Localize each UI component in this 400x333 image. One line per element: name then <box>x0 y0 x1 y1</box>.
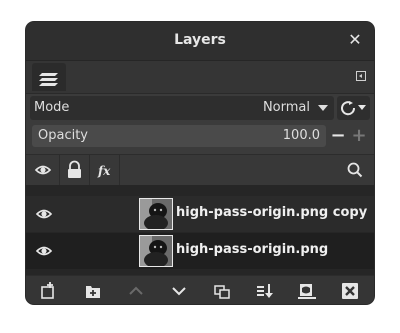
search-icon[interactable] <box>346 161 364 179</box>
raise-layer-button[interactable] <box>125 280 147 302</box>
dock-tab-bar <box>26 61 374 94</box>
new-layer-icon <box>41 282 54 299</box>
visibility-icon[interactable] <box>34 206 54 222</box>
header-fx[interactable]: fx <box>90 155 120 185</box>
layer-actions-bar <box>26 275 374 304</box>
new-layer-group-icon <box>86 286 100 298</box>
layer-row[interactable]: high-pass-origin.png copy <box>26 196 374 232</box>
visibility-icon[interactable] <box>34 243 54 259</box>
tab-menu-icon[interactable] <box>356 71 366 81</box>
fx-label: fx <box>97 164 111 178</box>
opacity-label: Opacity <box>38 128 89 143</box>
mode-row: Mode Normal <box>30 96 370 120</box>
opacity-value: 100.0 <box>282 128 320 143</box>
mode-label: Mode <box>34 100 70 115</box>
opacity-decrease-button[interactable]: − <box>329 127 347 145</box>
layer-thumbnail <box>139 198 173 230</box>
chevron-down-icon <box>318 105 328 111</box>
composite-mode-icon <box>341 101 366 116</box>
lock-icon <box>68 160 81 178</box>
layers-dialog: Layers ✕ Mode Normal Opacity 100.0 − + f… <box>26 22 374 304</box>
opacity-row: Opacity 100.0 − + <box>32 125 372 147</box>
new-layer-button[interactable] <box>37 280 59 302</box>
layer-row[interactable]: high-pass-origin.png <box>26 233 374 269</box>
composite-mode-button[interactable] <box>337 96 370 120</box>
mode-value: Normal <box>262 100 310 115</box>
close-icon[interactable]: ✕ <box>346 31 364 49</box>
layer-name[interactable]: high-pass-origin.png copy <box>176 205 367 220</box>
new-layer-group-button[interactable] <box>82 280 104 302</box>
layers-stack-icon <box>39 73 58 86</box>
delete-layer-button[interactable] <box>339 280 361 302</box>
dialog-titlebar: Layers ✕ <box>26 22 374 61</box>
layer-thumbnail <box>139 235 173 267</box>
dialog-title: Layers <box>174 32 226 48</box>
header-visibility[interactable] <box>26 155 60 185</box>
opacity-increase-button[interactable]: + <box>350 127 368 145</box>
lower-layer-icon <box>172 287 186 296</box>
layer-name[interactable]: high-pass-origin.png <box>176 242 328 257</box>
add-mask-icon <box>298 284 316 299</box>
raise-layer-icon <box>129 286 143 295</box>
lower-layer-button[interactable] <box>168 280 190 302</box>
mode-dropdown[interactable]: Mode Normal <box>30 96 334 120</box>
layer-list-header: fx <box>26 154 374 186</box>
duplicate-layer-icon <box>214 285 230 299</box>
header-lock[interactable] <box>60 155 90 185</box>
fx-icon: fx <box>97 164 111 178</box>
duplicate-layer-button[interactable] <box>211 280 233 302</box>
tab-layers[interactable] <box>32 63 66 91</box>
visibility-icon <box>34 165 52 175</box>
layer-list: high-pass-origin.png copy high-pass-orig… <box>26 185 374 275</box>
opacity-slider[interactable]: Opacity 100.0 <box>32 125 326 147</box>
delete-layer-icon <box>342 283 358 299</box>
add-mask-button[interactable] <box>296 280 318 302</box>
merge-down-button[interactable] <box>254 280 276 302</box>
merge-down-icon <box>257 284 273 298</box>
